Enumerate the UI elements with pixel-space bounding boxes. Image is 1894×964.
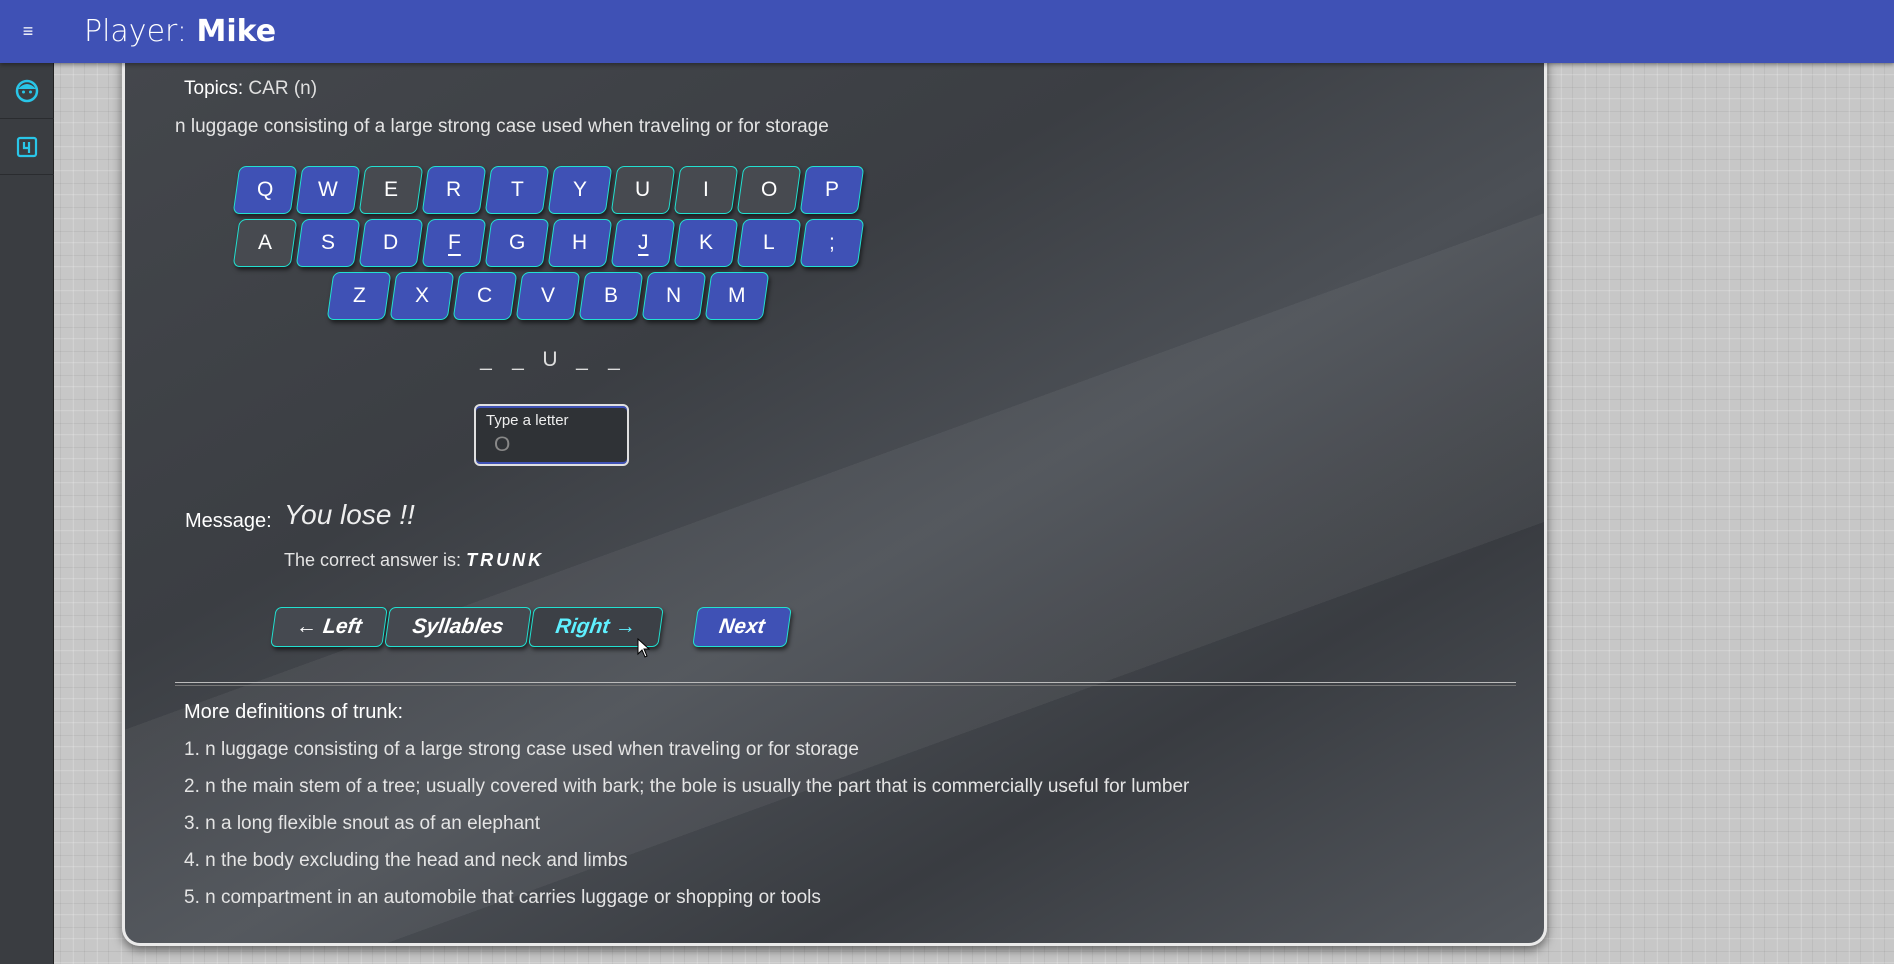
topics: Topics: CAR (n) [184,78,317,100]
topics-label: Topics: [184,78,244,99]
word-slot: U [542,348,558,371]
player-name: Mike [196,14,277,49]
list-item: 2. n the main stem of a tree; usually co… [184,776,1190,797]
key-w[interactable]: W [295,166,361,214]
key-p[interactable]: P [799,166,865,214]
list-item: 3. n a long flexible snout as of an elep… [184,813,540,834]
letter-input[interactable] [494,432,614,458]
key-g[interactable]: G [484,219,550,267]
key-o[interactable]: O [736,166,802,214]
correct-answer: The correct answer is: TRUNK [284,550,544,571]
face-icon [15,79,39,102]
key-s[interactable]: S [295,219,361,267]
word-slot: _ [576,348,588,371]
divider [175,682,1516,686]
word-slot: _ [480,348,492,371]
mouse-cursor-icon [637,638,651,658]
key-d[interactable]: D [358,219,424,267]
message-label: Message: [185,510,272,532]
letter-input-label: Type a letter [486,412,569,429]
hint-definition: n luggage consisting of a large strong c… [175,116,829,137]
list-item: 1. n luggage consisting of a large stron… [184,739,859,760]
topics-value: CAR (n) [248,78,318,99]
number-four-box-icon [16,136,38,157]
key-v[interactable]: V [515,272,581,320]
word-slot: _ [512,348,524,371]
sidebar-item-level[interactable] [0,119,54,175]
left-button[interactable]: ← Left [270,607,388,647]
player-label: Player: [84,14,187,49]
sidebar [0,63,54,964]
key-u[interactable]: U [610,166,676,214]
answer-word: TRUNK [466,550,545,570]
key-k[interactable]: K [673,219,739,267]
list-item: 4. n the body excluding the head and nec… [184,850,628,871]
word-slot: _ [608,348,620,371]
key-b[interactable]: B [578,272,644,320]
key-m[interactable]: M [704,272,770,320]
key-a[interactable]: A [232,219,298,267]
answer-prefix: The correct answer is: [284,550,462,570]
page-title: Player: Mike [84,14,276,49]
letter-input-box: Type a letter [474,404,629,466]
next-button[interactable]: Next [692,607,792,647]
list-item: 5. n compartment in an automobile that c… [184,887,821,908]
key-semicolon[interactable]: ; [799,219,865,267]
sidebar-item-face[interactable] [0,63,54,119]
key-t[interactable]: T [484,166,550,214]
key-z[interactable]: Z [326,272,392,320]
key-h[interactable]: H [547,219,613,267]
key-e[interactable]: E [358,166,424,214]
key-j[interactable]: J [610,219,676,267]
key-c[interactable]: C [452,272,518,320]
more-definitions-list: 1. n luggage consisting of a large stron… [184,738,1189,923]
key-n[interactable]: N [641,272,707,320]
key-y[interactable]: Y [547,166,613,214]
syllables-button[interactable]: Syllables [384,607,532,647]
key-r[interactable]: R [421,166,487,214]
key-q[interactable]: Q [232,166,298,214]
menu-icon[interactable]: ≡ [0,0,56,63]
key-x[interactable]: X [389,272,455,320]
message-text: You lose !! [284,499,415,530]
key-i[interactable]: I [673,166,739,214]
word-slots: _ _ U _ _ [470,348,630,372]
more-definitions-title: More definitions of trunk: [184,701,403,723]
key-l[interactable]: L [736,219,802,267]
game-panel: Topics: CAR (n) n luggage consisting of … [122,56,1547,946]
key-f[interactable]: F [421,219,487,267]
app-bar: ≡ Player: Mike [0,0,1894,63]
